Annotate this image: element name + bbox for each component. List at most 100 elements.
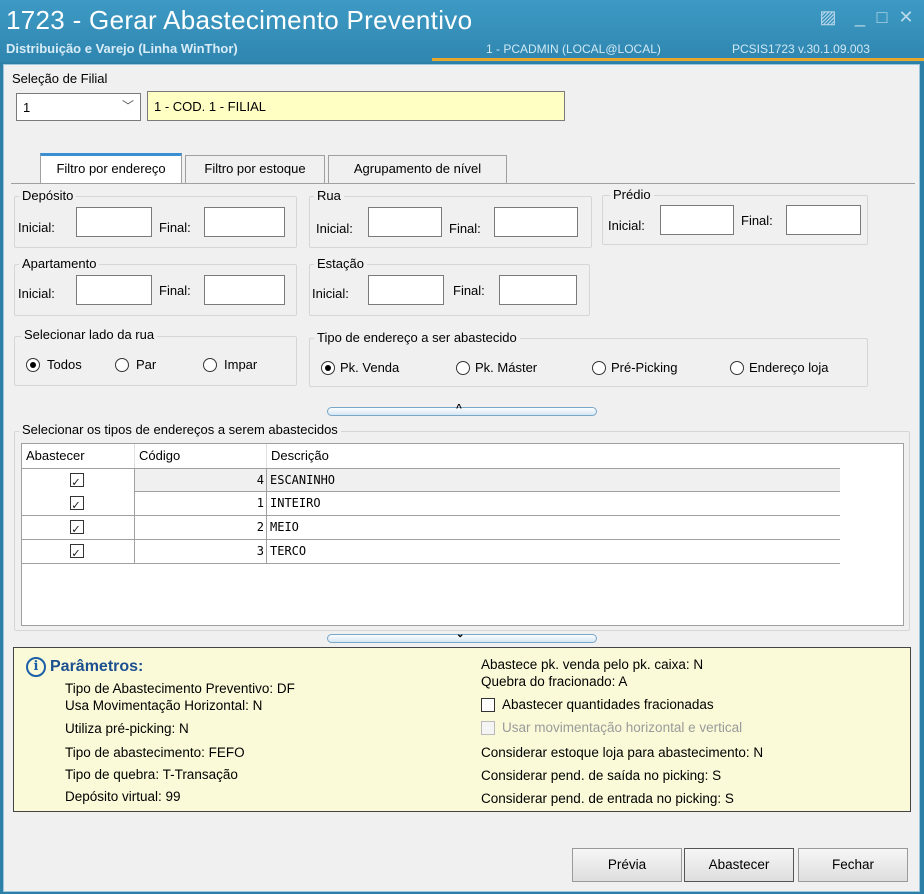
predio-inicial-label: Inicial: bbox=[608, 218, 645, 233]
column-header-descricao[interactable]: Descrição bbox=[267, 444, 840, 468]
deposito-inicial-input[interactable] bbox=[76, 207, 152, 237]
estacao-label: Estação bbox=[314, 256, 367, 271]
tab-filtro-estoque[interactable]: Filtro por estoque bbox=[185, 155, 325, 183]
params-panel: i Parâmetros: Tipo de Abastecimento Prev… bbox=[13, 647, 911, 812]
rua-inicial-input[interactable] bbox=[368, 207, 442, 237]
param-text: Tipo de quebra: T-Transação bbox=[65, 767, 238, 782]
param-text: Abastece pk. venda pelo pk. caixa: N bbox=[481, 657, 704, 672]
radio-par[interactable] bbox=[115, 358, 129, 372]
rua-final-input[interactable] bbox=[494, 207, 578, 237]
radio-impar-label[interactable]: Impar bbox=[224, 357, 257, 372]
descricao-cell: ESCANINHO bbox=[270, 473, 336, 487]
chevron-down-icon: ⌄ bbox=[456, 629, 465, 640]
table-row[interactable]: 3 TERCO bbox=[22, 540, 840, 565]
restore-icon[interactable]: ▨ bbox=[817, 6, 839, 28]
predio-final-input[interactable] bbox=[786, 205, 861, 235]
deposito-final-input[interactable] bbox=[204, 207, 285, 237]
apartamento-label: Apartamento bbox=[19, 256, 100, 271]
abastecer-cell[interactable] bbox=[22, 492, 135, 517]
table-row[interactable]: 1 INTEIRO bbox=[22, 492, 840, 517]
rua-label: Rua bbox=[314, 188, 344, 203]
tab-agrupamento-nivel[interactable]: Agrupamento de nível bbox=[328, 155, 507, 183]
chevron-down-icon[interactable]: ﹀ bbox=[122, 97, 134, 114]
fracionadas-label[interactable]: Abastecer quantidades fracionadas bbox=[502, 697, 714, 712]
deposito-inicial-label: Inicial: bbox=[18, 220, 55, 235]
radio-todos-label[interactable]: Todos bbox=[47, 357, 82, 372]
estacao-inicial-label: Inicial: bbox=[312, 286, 349, 301]
abastecer-button[interactable]: Abastecer bbox=[684, 848, 794, 882]
chevron-up-icon: ^ bbox=[456, 403, 462, 414]
window-title: 1723 - Gerar Abastecimento Preventivo bbox=[6, 5, 473, 35]
fechar-button[interactable]: Fechar bbox=[798, 848, 908, 882]
codigo-cell: 4 bbox=[135, 469, 267, 493]
fracionadas-checkbox[interactable] bbox=[481, 698, 495, 712]
abastecer-checkbox[interactable] bbox=[70, 471, 84, 494]
abastecer-cell[interactable] bbox=[22, 469, 135, 494]
radio-pk-venda-label[interactable]: Pk. Venda bbox=[340, 360, 399, 375]
column-header-abastecer[interactable]: Abastecer bbox=[22, 444, 135, 468]
codigo-cell: 3 bbox=[135, 540, 267, 564]
table-row[interactable]: 2 MEIO bbox=[22, 516, 840, 541]
filial-combo[interactable]: 1 ﹀ bbox=[16, 93, 141, 121]
radio-todos[interactable] bbox=[26, 358, 40, 372]
radio-impar[interactable] bbox=[203, 358, 217, 372]
title-accent-line bbox=[432, 58, 924, 61]
abastecer-checkbox[interactable] bbox=[70, 494, 84, 517]
rua-final-label: Final: bbox=[449, 221, 481, 236]
abastecer-checkbox[interactable] bbox=[70, 542, 84, 565]
lado-rua-title: Selecionar lado da rua bbox=[21, 327, 158, 342]
param-text: Tipo de Abastecimento Preventivo: DF bbox=[65, 681, 295, 696]
descricao-cell: TERCO bbox=[270, 544, 307, 558]
radio-pre-picking[interactable] bbox=[592, 361, 606, 375]
codigo-cell: 1 bbox=[135, 492, 267, 516]
param-text: Considerar estoque loja para abastecimen… bbox=[481, 745, 764, 760]
tab-filtro-endereco[interactable]: Filtro por endereço bbox=[40, 153, 182, 184]
descricao-cell: INTEIRO bbox=[270, 496, 321, 510]
filial-name-field: 1 - COD. 1 - FILIAL bbox=[147, 91, 565, 121]
user-info: 1 - PCADMIN (LOCAL@LOCAL) bbox=[486, 42, 661, 56]
radio-endereco-loja-label[interactable]: Endereço loja bbox=[749, 360, 829, 375]
maximize-icon[interactable]: □ bbox=[871, 6, 893, 28]
predio-inicial-input[interactable] bbox=[660, 205, 734, 235]
param-text: Considerar pend. de entrada no picking: … bbox=[481, 791, 734, 806]
abastecer-checkbox[interactable] bbox=[70, 518, 84, 541]
grid-title: Selecionar os tipos de endereços a serem… bbox=[19, 422, 341, 437]
filial-name-value: 1 - COD. 1 - FILIAL bbox=[154, 99, 266, 114]
predio-final-label: Final: bbox=[741, 213, 773, 228]
radio-pk-venda[interactable] bbox=[321, 361, 335, 375]
main-window-client: Seleção de Filial 1 ﹀ 1 - COD. 1 - FILIA… bbox=[3, 64, 920, 892]
param-text: Considerar pend. de saída no picking: S bbox=[481, 768, 722, 783]
deposito-label: Depósito bbox=[19, 188, 77, 203]
param-text: Tipo de abastecimento: FEFO bbox=[65, 745, 245, 760]
radio-pk-master-label[interactable]: Pk. Máster bbox=[475, 360, 537, 375]
table-row[interactable]: 4 ESCANINHO bbox=[22, 468, 840, 494]
param-text: Quebra do fracionado: A bbox=[481, 674, 628, 689]
radio-par-label[interactable]: Par bbox=[136, 357, 156, 372]
radio-pk-master[interactable] bbox=[456, 361, 470, 375]
minimize-icon[interactable]: _ bbox=[849, 6, 871, 28]
info-icon: i bbox=[26, 657, 46, 677]
radio-pre-picking-label[interactable]: Pré-Picking bbox=[611, 360, 677, 375]
radio-endereco-loja[interactable] bbox=[730, 361, 744, 375]
param-text: Usa Movimentação Horizontal: N bbox=[65, 698, 263, 713]
descricao-cell: MEIO bbox=[270, 520, 299, 534]
estacao-final-input[interactable] bbox=[499, 275, 577, 305]
filial-group-label: Seleção de Filial bbox=[12, 71, 108, 86]
filial-combo-value: 1 bbox=[23, 100, 31, 115]
abastecer-cell[interactable] bbox=[22, 516, 135, 541]
expand-params-bar[interactable]: ⌄ bbox=[327, 629, 597, 643]
column-header-codigo[interactable]: Código bbox=[135, 444, 267, 468]
deposito-final-label: Final: bbox=[159, 220, 191, 235]
tipo-endereco-title: Tipo de endereço a ser abastecido bbox=[314, 330, 520, 345]
close-icon[interactable]: ✕ bbox=[895, 6, 917, 28]
previa-button[interactable]: Prévia bbox=[572, 848, 682, 882]
estacao-final-label: Final: bbox=[453, 283, 485, 298]
apartamento-inicial-input[interactable] bbox=[76, 275, 152, 305]
window-subtitle: Distribuição e Varejo (Linha WinThor) bbox=[6, 41, 238, 56]
estacao-inicial-input[interactable] bbox=[368, 275, 444, 305]
apartamento-final-input[interactable] bbox=[204, 275, 285, 305]
rua-inicial-label: Inicial: bbox=[316, 221, 353, 236]
collapse-filters-bar[interactable]: ^ bbox=[327, 403, 597, 416]
abastecer-cell[interactable] bbox=[22, 540, 135, 565]
tipos-endereco-grid: Abastecer Código Descrição 4 ESCANINHO 1… bbox=[21, 443, 904, 626]
